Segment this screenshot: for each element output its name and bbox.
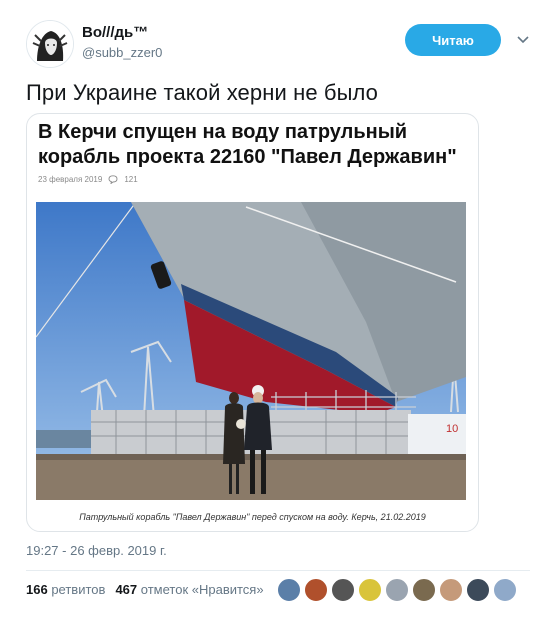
chevron-down-icon[interactable] — [517, 36, 529, 44]
display-name[interactable]: Во///дь™ — [82, 24, 148, 41]
liker-avatar[interactable] — [331, 578, 355, 602]
comment-icon — [108, 175, 118, 184]
attached-image-card[interactable]: В Керчи спущен на воду патрульный корабл… — [26, 113, 479, 532]
liker-avatar[interactable] — [385, 578, 409, 602]
comment-count: 121 — [124, 175, 138, 184]
ship-launch-photo: 10 — [36, 202, 466, 500]
liker-avatar[interactable] — [466, 578, 490, 602]
user-handle[interactable]: @subb_zzer0 — [82, 45, 162, 60]
following-button[interactable]: Читаю — [405, 24, 501, 56]
engagement-stats: 166 ретвитов 467 отметок «Нравится» — [26, 582, 264, 597]
retweets-stat[interactable]: 166 ретвитов — [26, 582, 105, 597]
liker-avatar[interactable] — [493, 578, 517, 602]
divider — [26, 570, 530, 571]
likes-stat[interactable]: 467 отметок «Нравится» — [115, 582, 263, 597]
article-headline: В Керчи спущен на воду патрульный корабл… — [38, 121, 457, 168]
retweets-label: ретвитов — [51, 582, 106, 597]
retweets-count: 166 — [26, 582, 48, 597]
liker-avatar[interactable] — [412, 578, 436, 602]
tweet-timestamp[interactable]: 19:27 - 26 февр. 2019 г. — [26, 543, 167, 558]
liker-avatar[interactable] — [304, 578, 328, 602]
liker-avatar[interactable] — [358, 578, 382, 602]
article-meta: 23 февраля 2019 121 — [38, 175, 138, 184]
avatar-portrait-image — [27, 21, 73, 67]
liker-avatar[interactable] — [439, 578, 463, 602]
liker-avatar[interactable] — [277, 578, 301, 602]
liker-avatars — [277, 578, 517, 602]
tweet-header: Во///дь™ @subb_zzer0 Читаю — [0, 0, 557, 75]
likes-label: отметок «Нравится» — [140, 582, 264, 597]
article-date: 23 февраля 2019 — [38, 175, 103, 184]
tweet-text: При Украине такой херни не было — [26, 80, 378, 105]
hull-number: 10 — [446, 423, 458, 435]
photo-caption: Патрульный корабль "Павел Державин" пере… — [79, 512, 426, 522]
likes-count: 467 — [115, 582, 138, 597]
user-avatar[interactable] — [26, 20, 74, 68]
